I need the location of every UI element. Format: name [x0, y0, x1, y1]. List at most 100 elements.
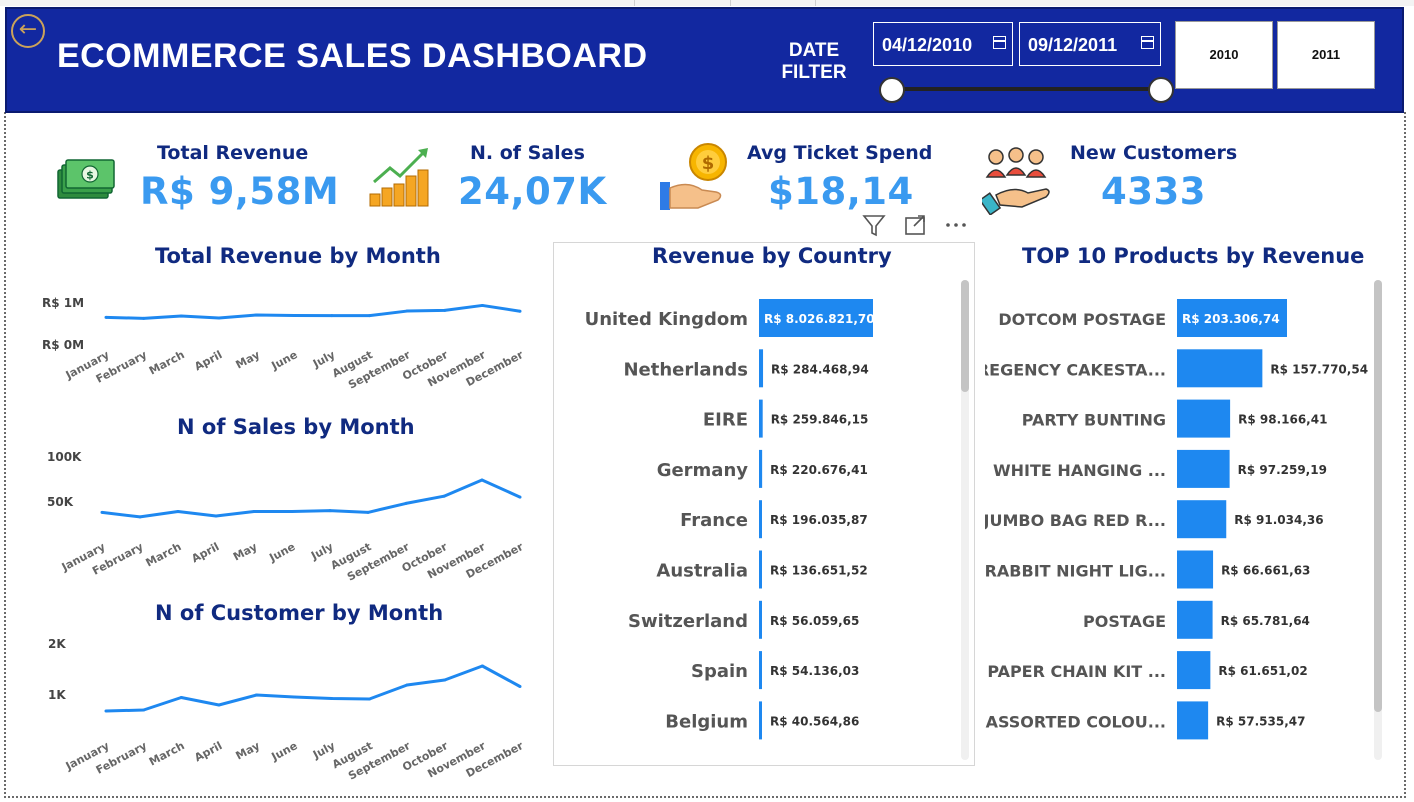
data-point[interactable] — [330, 314, 334, 318]
data-point[interactable] — [518, 495, 522, 499]
bar[interactable] — [1177, 399, 1231, 438]
bar[interactable] — [1177, 600, 1213, 639]
x-tick-label: June — [269, 348, 300, 373]
bar[interactable] — [1177, 701, 1209, 740]
revenue-by-country-title: Revenue by Country — [652, 244, 892, 268]
date-end-input[interactable]: 09/12/2011 — [1019, 22, 1161, 66]
bar[interactable] — [759, 600, 762, 639]
bar[interactable] — [759, 449, 763, 488]
bar-category-label: Spain — [691, 661, 748, 682]
bar-category-label: ASSORTED COLOU... — [986, 712, 1166, 731]
data-point[interactable] — [367, 314, 371, 318]
data-point[interactable] — [442, 494, 446, 498]
kpi-new-customers-value: 4333 — [1101, 170, 1206, 213]
filter-icon[interactable] — [862, 215, 886, 237]
series-line[interactable] — [105, 664, 521, 713]
focus-mode-icon[interactable] — [905, 215, 925, 235]
data-point[interactable] — [104, 709, 108, 713]
data-point[interactable] — [328, 509, 332, 513]
data-point[interactable] — [292, 313, 296, 317]
date-slider-start-handle[interactable] — [879, 77, 905, 103]
calendar-icon[interactable] — [1141, 36, 1154, 49]
country-scroll-thumb[interactable] — [961, 280, 969, 392]
data-point[interactable] — [214, 514, 218, 518]
data-point[interactable] — [443, 308, 447, 312]
bar[interactable] — [759, 500, 762, 539]
bar-category-label: PAPER CHAIN KIT ... — [987, 662, 1166, 681]
kpi-sales-label: N. of Sales — [470, 142, 585, 164]
data-point[interactable] — [330, 697, 334, 700]
data-point[interactable] — [405, 683, 409, 687]
sales-by-month-chart[interactable]: 100K50KJanuaryFebruaryMarch April May June J… — [30, 445, 530, 585]
bar-category-label: JUMBO BAG RED R... — [985, 511, 1166, 530]
bar[interactable] — [1177, 449, 1230, 488]
data-point[interactable] — [142, 316, 146, 320]
date-start-input[interactable]: 04/12/2010 — [873, 22, 1013, 66]
data-point[interactable] — [405, 309, 409, 313]
data-point[interactable] — [138, 515, 142, 519]
data-point[interactable] — [290, 510, 294, 513]
growth-chart-icon — [369, 148, 429, 207]
data-point[interactable] — [404, 501, 408, 505]
customers-hand-icon — [982, 147, 1050, 215]
data-point[interactable] — [443, 678, 447, 682]
bar-category-label: POSTAGE — [1083, 612, 1166, 631]
data-point[interactable] — [480, 478, 484, 482]
bar-value-label: R$ 196.035,87 — [770, 513, 868, 527]
bar[interactable] — [1177, 349, 1263, 388]
menu-strip — [0, 0, 1414, 6]
customers-by-month-chart[interactable]: 2K1KJanuaryFebruaryMarch April May June July… — [30, 630, 530, 780]
data-point[interactable] — [480, 303, 484, 307]
y-tick-label: 50K — [47, 495, 74, 509]
customers-by-month-title: N of Customer by Month — [155, 601, 444, 625]
bar[interactable] — [1177, 500, 1227, 539]
bar[interactable] — [759, 651, 762, 690]
data-point[interactable] — [142, 708, 146, 712]
data-point[interactable] — [104, 315, 108, 319]
series-line[interactable] — [101, 478, 521, 519]
bar[interactable] — [1177, 651, 1211, 690]
data-point[interactable] — [366, 510, 370, 514]
data-point[interactable] — [179, 696, 183, 699]
date-slider-end-handle[interactable] — [1148, 77, 1174, 103]
products-scroll-thumb[interactable] — [1374, 280, 1382, 712]
data-point[interactable] — [518, 309, 522, 313]
bar-category-label: Australia — [656, 561, 748, 582]
year-2011-button[interactable]: 2011 — [1277, 21, 1375, 89]
bar-value-label: R$ 91.034,36 — [1234, 513, 1323, 527]
date-end-value: 09/12/2011 — [1028, 35, 1118, 55]
revenue-by-month-chart[interactable]: R$ 1MR$ 0MJanuaryFebruaryMarch April May Ju… — [30, 285, 530, 410]
data-point[interactable] — [176, 510, 180, 513]
year-2010-button[interactable]: 2010 — [1175, 21, 1273, 89]
bar[interactable] — [759, 399, 763, 438]
bar[interactable] — [759, 550, 762, 589]
data-point[interactable] — [179, 314, 183, 318]
more-options-icon[interactable] — [946, 223, 966, 227]
data-point[interactable] — [217, 703, 221, 707]
bar[interactable] — [1177, 550, 1214, 589]
calendar-icon[interactable] — [993, 36, 1006, 49]
series-line[interactable] — [105, 303, 521, 320]
data-point[interactable] — [217, 316, 221, 320]
bar[interactable] — [759, 349, 764, 388]
x-tick-label: May — [234, 739, 262, 762]
date-slider-track[interactable] — [886, 87, 1156, 91]
data-point[interactable] — [255, 693, 259, 697]
country-scrollbar[interactable] — [961, 280, 969, 760]
back-arrow-icon[interactable]: ← — [11, 14, 45, 48]
bar-value-label: R$ 220.676,41 — [770, 463, 868, 477]
data-point[interactable] — [367, 697, 371, 701]
data-point[interactable] — [100, 510, 104, 514]
bar-category-label: Netherlands — [623, 359, 748, 380]
data-point[interactable] — [518, 685, 522, 688]
revenue-by-country-chart[interactable]: United Kingdom R$ 8.026.821,704 Netherland… — [555, 290, 955, 750]
products-scrollbar[interactable] — [1374, 280, 1382, 760]
bar[interactable] — [759, 701, 762, 740]
bar-value-label: R$ 97.259,19 — [1238, 463, 1327, 477]
y-tick-label: 100K — [47, 450, 82, 464]
top-products-chart[interactable]: DOTCOM POSTAGE R$ 203.306,74 REGENCY CAKES… — [985, 290, 1370, 750]
data-point[interactable] — [252, 510, 256, 513]
data-point[interactable] — [480, 664, 484, 668]
data-point[interactable] — [255, 313, 259, 317]
data-point[interactable] — [292, 695, 296, 699]
